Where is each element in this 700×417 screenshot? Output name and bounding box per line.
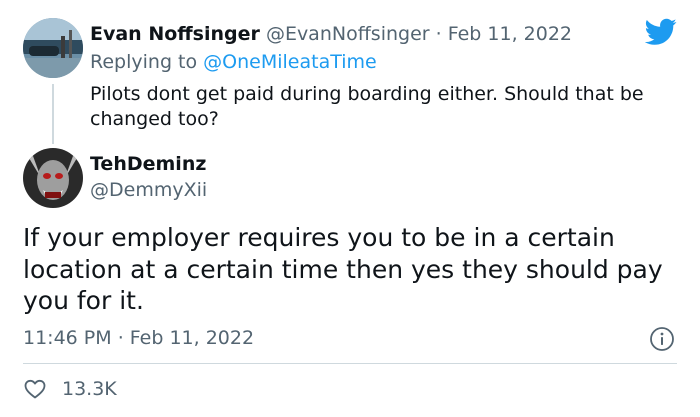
tweet-divider <box>23 363 677 364</box>
reply-date[interactable]: Feb 11, 2022 <box>448 23 572 45</box>
heart-icon <box>24 379 46 399</box>
tweet-date: Feb 11, 2022 <box>129 327 255 349</box>
like-button[interactable]: 13.3K <box>23 376 117 402</box>
reply-author-handle[interactable]: @EvanNoffsinger <box>266 23 430 45</box>
main-author-handle[interactable]: @DemmyXii <box>90 178 207 202</box>
reply-date-separator: · <box>429 23 448 45</box>
tweet-date-separator: · <box>111 327 130 349</box>
like-count: 13.3K <box>62 378 117 400</box>
twitter-bird-icon[interactable] <box>644 18 677 46</box>
tweet-timestamp[interactable]: 11:46 PM · Feb 11, 2022 <box>23 326 254 350</box>
reply-author-avatar[interactable] <box>23 18 83 78</box>
info-icon[interactable] <box>649 326 675 352</box>
replying-to-line: Replying to @OneMileataTime <box>90 50 377 74</box>
main-tweet-text: If your employer requires you to be in a… <box>23 223 663 315</box>
thread-connector-line <box>52 84 54 144</box>
tweet-time: 11:46 PM <box>23 327 112 349</box>
main-author-name[interactable]: TehDeminz <box>90 152 206 176</box>
replying-to-link[interactable]: @OneMileataTime <box>203 51 377 73</box>
main-author-avatar[interactable] <box>23 148 83 208</box>
replying-to-prefix: Replying to <box>90 51 204 73</box>
reply-tweet-text: Pilots dont get paid during boarding eit… <box>90 83 644 130</box>
reply-author-name[interactable]: Evan Noffsinger <box>90 23 260 45</box>
reply-tweet-header: Evan Noffsinger @EvanNoffsinger · Feb 11… <box>90 22 572 46</box>
